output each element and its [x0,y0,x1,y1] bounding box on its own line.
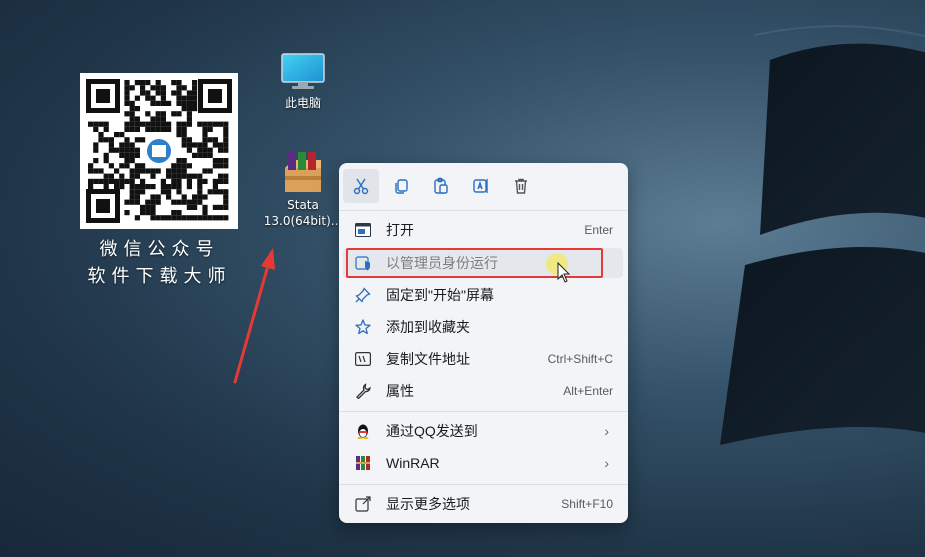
chevron-right-icon: › [604,423,609,439]
menu-item-label: 通过QQ发送到 [386,423,478,439]
qr-caption-wechat: 微信公众号 [99,239,220,260]
context-menu: 打开 Enter 以管理员身份运行 固定到"开始"屏幕 添加到收藏夹 复制文件地… [339,163,628,523]
desktop-icon-this-pc[interactable]: 此电脑 [272,52,334,111]
menu-item-properties[interactable]: 属性 Alt+Enter [343,376,623,406]
menu-item-winrar[interactable]: WinRAR › [343,448,623,478]
menu-item-label: 复制文件地址 [386,351,470,367]
wrench-icon [356,383,371,399]
monitor-icon [281,53,325,89]
menu-separator [339,484,628,485]
menu-item-copy-path[interactable]: 复制文件地址 Ctrl+Shift+C [343,344,623,374]
context-menu-toolbar [343,169,539,203]
menu-item-label: WinRAR [386,455,440,471]
delete-button[interactable] [503,169,539,203]
menu-item-pin-to-start[interactable]: 固定到"开始"屏幕 [343,280,623,310]
qr-code-image [80,73,238,229]
show-more-icon [355,496,371,512]
menu-item-label: 添加到收藏夹 [386,319,470,335]
paste-button[interactable] [423,169,459,203]
menu-item-send-via-qq[interactable]: 通过QQ发送到 › [343,416,623,446]
desktop-icon-stata[interactable]: Stata 13.0(64bit)... [262,150,344,229]
mouse-cursor-icon [546,253,571,283]
qq-penguin-icon [357,424,369,439]
qr-caption-brand: 软件下载大师 [87,266,232,287]
menu-item-add-to-favorites[interactable]: 添加到收藏夹 [343,312,623,342]
annotation-arrow [233,248,275,384]
menu-item-shortcut: Enter [584,223,613,237]
rename-button[interactable] [463,169,499,203]
cut-icon [353,178,369,195]
copy-button[interactable] [383,169,419,203]
menu-item-show-more-options[interactable]: 显示更多选项 Shift+F10 [343,489,623,519]
winrar-package-icon [285,152,321,192]
paste-icon [434,177,448,194]
menu-item-shortcut: Ctrl+Shift+C [547,352,613,366]
menu-item-label: 打开 [386,222,414,238]
menu-separator [339,210,628,211]
copy-icon [395,179,408,194]
menu-item-open[interactable]: 打开 Enter [343,215,623,245]
this-pc-label: 此电脑 [284,96,321,110]
menu-item-label: 属性 [386,383,414,399]
desktop: 微信公众号 软件下载大师 此电脑 Stata 13.0(64bit)... 打开… [0,0,925,557]
stata-label-line1: Stata [287,198,319,212]
open-window-icon [355,223,371,237]
cut-button[interactable] [343,169,379,203]
menu-item-shortcut: Alt+Enter [563,384,613,398]
menu-item-label: 显示更多选项 [386,496,470,512]
copy-path-icon [355,352,371,366]
rename-icon [473,179,488,193]
winrar-icon [356,456,370,470]
delete-icon [515,178,527,194]
star-icon [355,319,371,335]
windows-logo-wallpaper [720,25,925,445]
chevron-right-icon: › [604,455,609,471]
menu-item-label: 固定到"开始"屏幕 [386,287,494,303]
pin-icon [355,287,371,303]
stata-label-line2: 13.0(64bit)... [263,214,343,228]
menu-separator [339,411,628,412]
menu-item-shortcut: Shift+F10 [561,497,613,511]
